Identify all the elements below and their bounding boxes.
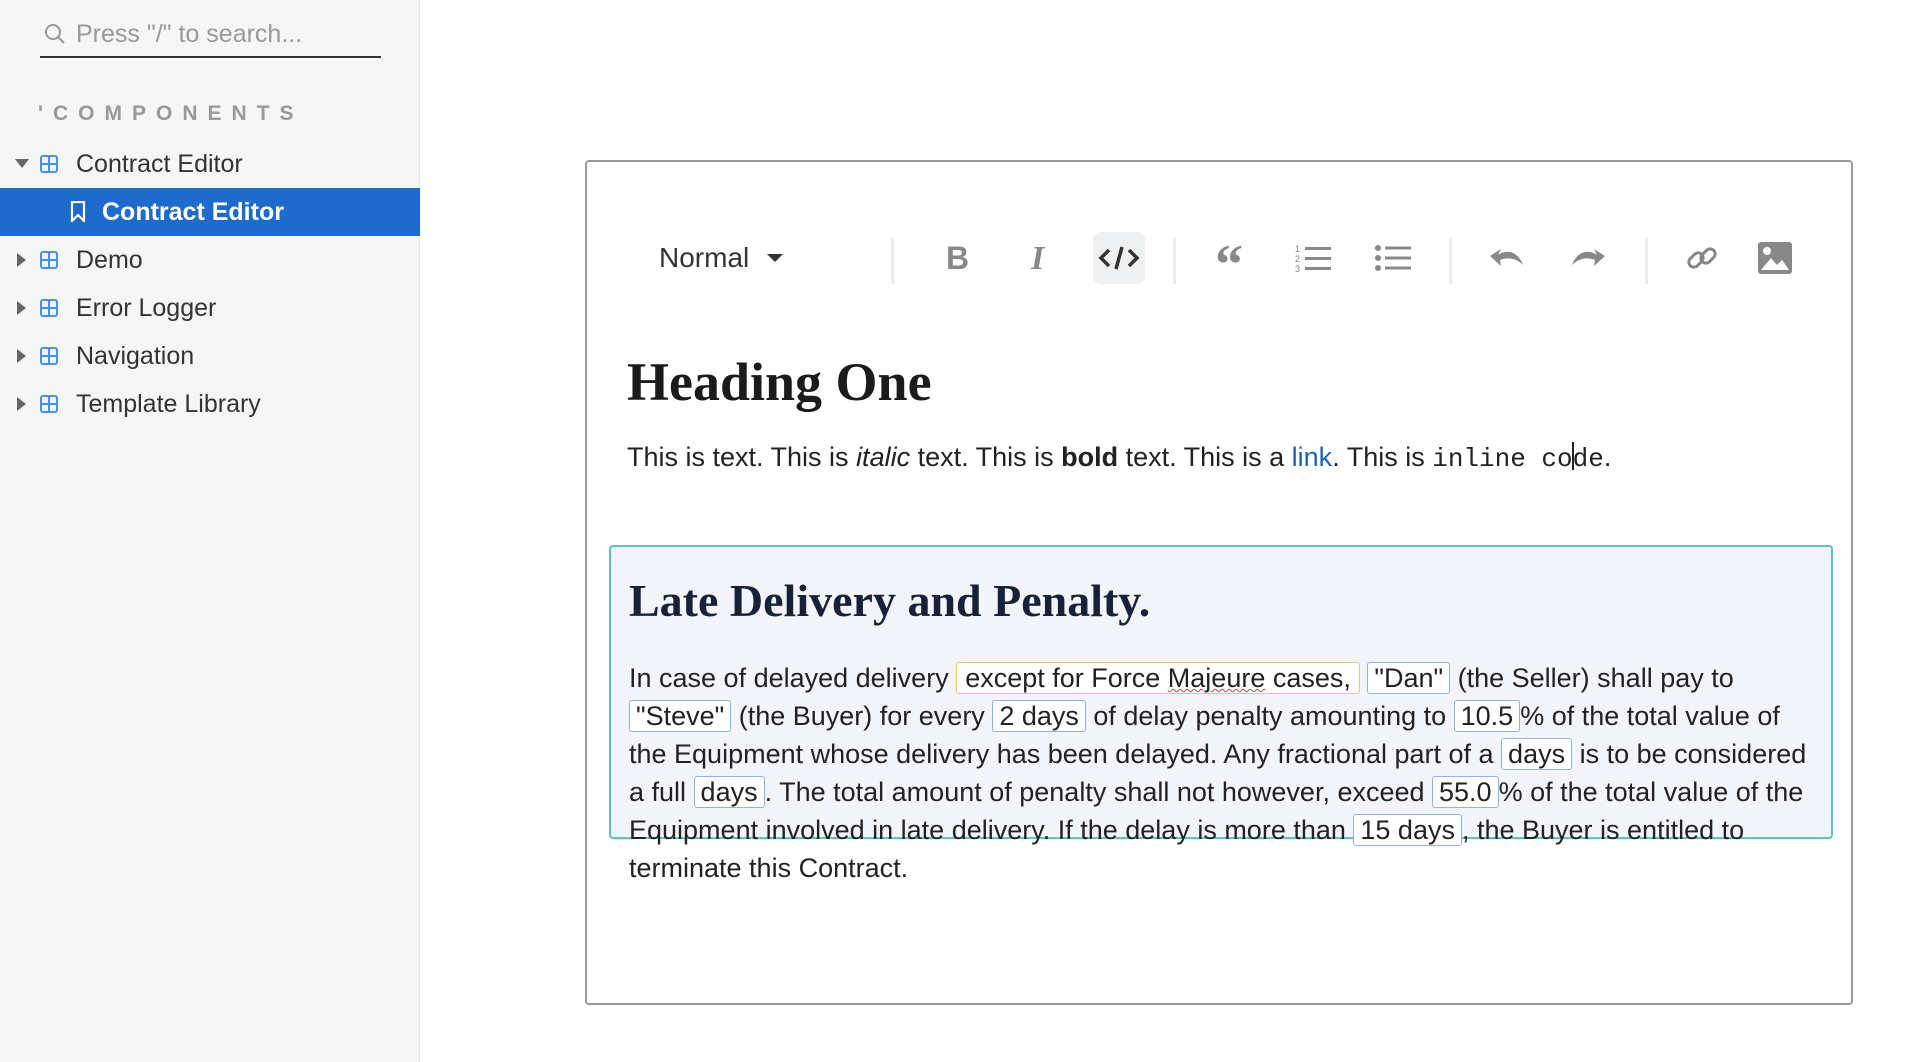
tree-item-label: Template Library xyxy=(76,389,261,418)
italic-icon: I xyxy=(1030,243,1046,273)
toolbar-divider xyxy=(891,238,894,284)
bold-button[interactable]: B xyxy=(931,232,983,284)
caret-right-icon[interactable] xyxy=(12,397,32,411)
italic-button[interactable]: I xyxy=(1012,232,1064,284)
contract-editor: Normal B I “ 123 xyxy=(585,160,1853,1005)
tree-item-label: Contract Editor xyxy=(102,197,284,226)
variable-buyer[interactable]: "Steve" xyxy=(629,700,732,732)
variable-penalty-duration[interactable]: 2 days xyxy=(992,700,1086,732)
text-run: This is text. This is xyxy=(627,442,857,472)
variable-full-unit[interactable]: days xyxy=(693,776,765,808)
link-button[interactable] xyxy=(1676,232,1728,284)
block-style-dropdown[interactable]: Normal xyxy=(659,232,809,284)
dropdown-arrow-icon xyxy=(767,254,784,262)
spellcheck-word: Majeure xyxy=(1167,663,1266,693)
clause-text-run: In case of delayed delivery xyxy=(629,663,957,693)
clause-text-run: (the Seller) shall pay to xyxy=(1450,663,1734,693)
image-icon xyxy=(1758,242,1792,274)
component-tree: Contract Editor Contract Editor Demo Err… xyxy=(0,140,420,428)
italic-text: italic xyxy=(856,442,911,472)
clause-text-run: of delay penalty amounting to xyxy=(1085,701,1454,731)
component-icon xyxy=(38,393,60,415)
text-run: . xyxy=(1603,442,1612,472)
code-icon xyxy=(1098,246,1140,270)
inline-link[interactable]: link xyxy=(1292,442,1333,472)
tree-item-template-library[interactable]: Template Library xyxy=(0,380,420,428)
text-run: text. This is xyxy=(910,442,1062,472)
bold-icon: B xyxy=(946,243,969,273)
paragraph[interactable]: This is text. This is italic text. This … xyxy=(627,440,1831,476)
text-run: text. This is a xyxy=(1118,442,1292,472)
toolbar-divider xyxy=(1173,238,1176,284)
clause-title: Late Delivery and Penalty. xyxy=(629,575,1151,626)
section-title: 'COMPONENTS xyxy=(38,102,304,125)
variable-fractional-part[interactable]: days xyxy=(1501,738,1573,770)
image-button[interactable] xyxy=(1749,232,1801,284)
unordered-list-icon xyxy=(1375,245,1411,271)
toolbar-divider xyxy=(1645,238,1648,284)
tree-item-contract-editor[interactable]: Contract Editor xyxy=(0,140,420,188)
ordered-list-icon: 123 xyxy=(1295,244,1331,273)
caret-right-icon[interactable] xyxy=(12,253,32,267)
search-bar xyxy=(40,12,381,58)
bookmark-icon xyxy=(70,200,86,223)
clause-text-run: (the Buyer) for every xyxy=(731,701,993,731)
variable-penalty-percentage[interactable]: 10.5 xyxy=(1453,700,1521,732)
svg-text:1: 1 xyxy=(1295,244,1300,254)
tree-item-label: Error Logger xyxy=(76,293,217,322)
block-style-value: Normal xyxy=(659,242,750,273)
component-icon xyxy=(38,249,60,271)
caret-right-icon[interactable] xyxy=(12,301,32,315)
text-run: . This is xyxy=(1332,442,1433,472)
code-button[interactable] xyxy=(1093,232,1145,284)
conditional-variable[interactable]: except for Force Majeure cases, xyxy=(956,662,1360,694)
tree-item-error-logger[interactable]: Error Logger xyxy=(0,284,420,332)
tree-item-label: Navigation xyxy=(76,341,195,370)
svg-text:3: 3 xyxy=(1295,264,1300,273)
redo-button[interactable] xyxy=(1562,232,1614,284)
editor-toolbar: Normal B I “ 123 xyxy=(587,232,1851,288)
search-icon xyxy=(40,19,70,49)
svg-text:2: 2 xyxy=(1295,254,1300,264)
svg-text:B: B xyxy=(946,243,969,273)
undo-button[interactable] xyxy=(1481,232,1533,284)
unordered-list-button[interactable] xyxy=(1367,232,1419,284)
undo-icon xyxy=(1490,249,1523,266)
variable-seller[interactable]: "Dan" xyxy=(1367,662,1451,694)
clause-block[interactable]: Late Delivery and Penalty. In case of de… xyxy=(609,545,1833,883)
link-icon xyxy=(1687,247,1717,269)
quote-button[interactable]: “ xyxy=(1207,232,1259,284)
bold-text: bold xyxy=(1061,442,1119,472)
tree-item-navigation[interactable]: Navigation xyxy=(0,332,420,380)
variable-cap-percentage[interactable]: 55.0 xyxy=(1432,776,1499,808)
ordered-list-button[interactable]: 123 xyxy=(1287,232,1339,284)
clause-text-run: . The total amount of penalty shall not … xyxy=(764,777,1433,807)
component-icon xyxy=(38,297,60,319)
document-body[interactable]: Heading One This is text. This is italic… xyxy=(627,352,1831,476)
tree-item-demo[interactable]: Demo xyxy=(0,236,420,284)
component-icon xyxy=(38,345,60,367)
clause-text[interactable]: In case of delayed delivery except for F… xyxy=(629,659,1824,887)
svg-text:I: I xyxy=(1030,243,1046,273)
heading-one[interactable]: Heading One xyxy=(627,352,1831,412)
quote-icon: “ xyxy=(1215,243,1243,273)
tree-item-contract-editor-story[interactable]: Contract Editor xyxy=(0,188,420,236)
caret-down-icon[interactable] xyxy=(12,159,32,169)
sidebar: 'COMPONENTS Contract Editor Contract Edi… xyxy=(0,0,420,1062)
component-icon xyxy=(38,153,60,175)
tree-item-label: Contract Editor xyxy=(76,149,243,178)
tree-item-label: Demo xyxy=(76,245,143,274)
variable-termination[interactable]: 15 days xyxy=(1353,814,1462,846)
toolbar-divider xyxy=(1449,238,1452,284)
svg-text:“: “ xyxy=(1215,243,1243,273)
search-input[interactable] xyxy=(76,19,366,49)
inline-code: inline code xyxy=(1432,442,1604,474)
caret-right-icon[interactable] xyxy=(12,349,32,363)
redo-icon xyxy=(1572,249,1605,266)
